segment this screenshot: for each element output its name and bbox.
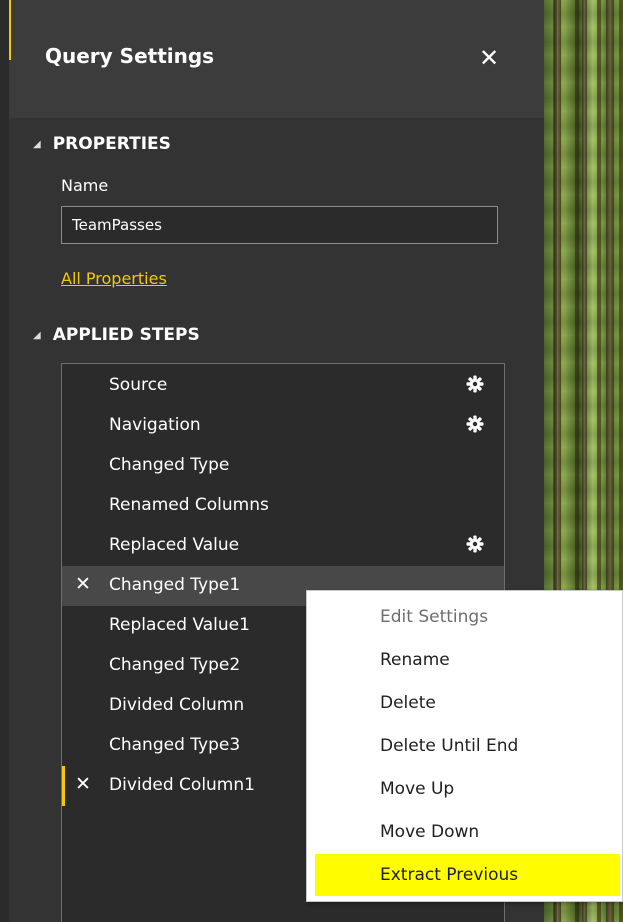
name-label: Name bbox=[61, 176, 109, 195]
applied-steps-heading: APPLIED STEPS bbox=[52, 325, 200, 345]
all-properties-link[interactable]: All Properties bbox=[61, 269, 167, 288]
query-name-input[interactable] bbox=[61, 206, 498, 244]
delete-step-icon[interactable]: ✕ bbox=[75, 773, 91, 795]
applied-step-item[interactable]: Source bbox=[62, 366, 504, 406]
applied-step-label: Source bbox=[109, 375, 168, 395]
context-menu-item-delete-until-end[interactable]: Delete Until End bbox=[315, 725, 620, 767]
gear-icon[interactable] bbox=[465, 374, 485, 394]
context-menu-item-rename[interactable]: Rename bbox=[315, 639, 620, 681]
gear-icon[interactable] bbox=[465, 414, 485, 434]
applied-step-label: Changed Type2 bbox=[109, 655, 241, 675]
applied-step-item[interactable]: Replaced Value bbox=[62, 526, 504, 566]
applied-step-item[interactable]: Changed Type bbox=[62, 446, 504, 486]
properties-heading: PROPERTIES bbox=[52, 134, 171, 154]
collapse-triangle-icon: ◢ bbox=[33, 329, 41, 341]
close-icon[interactable]: ✕ bbox=[475, 44, 503, 72]
collapse-triangle-icon: ◢ bbox=[33, 138, 41, 150]
applied-step-label: Divided Column1 bbox=[109, 775, 255, 795]
context-menu-item-move-up[interactable]: Move Up bbox=[315, 768, 620, 810]
context-menu-item-delete[interactable]: Delete bbox=[315, 682, 620, 724]
applied-step-label: Changed Type bbox=[109, 455, 230, 475]
gear-icon[interactable] bbox=[465, 534, 485, 554]
applied-step-label: Renamed Columns bbox=[109, 495, 269, 515]
applied-step-label: Divided Column bbox=[109, 695, 245, 715]
applied-step-label: Changed Type3 bbox=[109, 735, 241, 755]
context-menu-item-extract-previous[interactable]: Extract Previous bbox=[315, 854, 620, 896]
context-menu-item-move-down[interactable]: Move Down bbox=[315, 811, 620, 853]
panel-header: Query Settings ✕ bbox=[9, 0, 544, 118]
step-context-menu: Edit Settings Rename Delete Delete Until En… bbox=[306, 590, 623, 902]
applied-step-label: Navigation bbox=[109, 415, 201, 435]
panel-title: Query Settings bbox=[45, 44, 215, 68]
applied-step-item[interactable]: Renamed Columns bbox=[62, 486, 504, 526]
properties-section-header[interactable]: ◢ PROPERTIES bbox=[33, 134, 171, 154]
context-menu-item-edit-settings: Edit Settings bbox=[380, 607, 489, 627]
applied-step-label: Replaced Value1 bbox=[109, 615, 250, 635]
panel-accent-bar bbox=[9, 0, 11, 60]
applied-step-label: Changed Type1 bbox=[109, 575, 241, 595]
applied-step-label: Replaced Value bbox=[109, 535, 240, 555]
delete-step-icon[interactable]: ✕ bbox=[75, 573, 91, 595]
applied-step-item[interactable]: Navigation bbox=[62, 406, 504, 446]
applied-steps-section-header[interactable]: ◢ APPLIED STEPS bbox=[33, 325, 200, 345]
